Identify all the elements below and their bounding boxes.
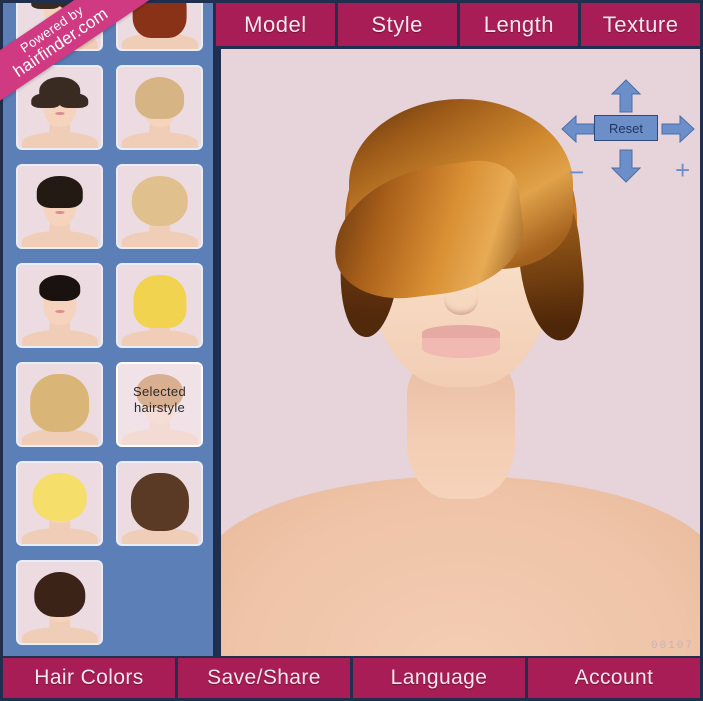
move-down-arrow-icon[interactable] — [611, 149, 641, 183]
hair-shape — [36, 175, 83, 209]
zoom-out-button[interactable]: − — [569, 159, 584, 185]
hairstyle-thumbnail[interactable] — [116, 461, 203, 546]
hairstyle-thumbnail-sidebar[interactable]: Selected hairstyle — [3, 3, 213, 656]
position-control-pad: Reset − + — [561, 79, 695, 187]
model-thumbnail-image — [18, 3, 101, 49]
hair-shape — [131, 175, 188, 226]
hairstyle-thumbnail[interactable] — [116, 3, 203, 51]
hair-shape — [29, 373, 90, 433]
hair-shape — [33, 571, 86, 618]
hairstyle-thumbnail[interactable] — [116, 65, 203, 150]
hairstyle-thumbnail[interactable] — [16, 164, 103, 249]
hair-shape — [38, 76, 81, 105]
tab-model[interactable]: Model — [216, 3, 335, 46]
model-thumbnail-image — [18, 562, 101, 643]
hair-shape — [132, 274, 187, 329]
hair-shape — [132, 3, 187, 38]
model-thumbnail-image — [118, 463, 201, 544]
selected-overlay-veil — [118, 364, 201, 445]
hairstyle-thumbnail[interactable] — [16, 362, 103, 447]
top-navigation-bar: Model Style Length Texture — [216, 3, 700, 46]
move-up-arrow-icon[interactable] — [611, 79, 641, 113]
model-thumbnail-image — [18, 265, 101, 346]
hairstyle-thumbnail[interactable] — [16, 461, 103, 546]
model-thumbnail-image — [118, 3, 201, 49]
model-preview-canvas[interactable]: Reset − + 00107 — [221, 49, 700, 656]
model-thumbnail-image — [18, 67, 101, 148]
hair-shape — [130, 472, 189, 532]
bottom-navigation-bar: Hair Colors Save/Share Language Account — [3, 658, 700, 698]
zoom-in-button[interactable]: + — [675, 157, 690, 183]
button-save-share[interactable]: Save/Share — [178, 658, 350, 698]
model-thumbnail-image — [118, 67, 201, 148]
reset-button[interactable]: Reset — [594, 115, 658, 141]
tab-style[interactable]: Style — [337, 3, 457, 46]
model-thumbnail-image — [18, 166, 101, 247]
model-thumbnail-image — [118, 166, 201, 247]
hairstyle-thumbnail-grid: Selected hairstyle — [16, 3, 206, 645]
tab-texture[interactable]: Texture — [581, 3, 700, 46]
model-thumbnail-image — [18, 463, 101, 544]
move-left-arrow-icon[interactable] — [561, 115, 595, 143]
model-thumbnail-image — [18, 364, 101, 445]
application-window: Model Style Length Texture Selected hair… — [0, 0, 703, 701]
button-account[interactable]: Account — [528, 658, 700, 698]
image-code-stamp: 00107 — [650, 640, 694, 652]
hairstyle-thumbnail[interactable] — [16, 263, 103, 348]
button-language[interactable]: Language — [353, 658, 525, 698]
model-thumbnail-image — [118, 265, 201, 346]
tab-length[interactable]: Length — [459, 3, 579, 46]
button-hair-colors[interactable]: Hair Colors — [3, 658, 175, 698]
hair-shape — [38, 274, 81, 301]
hairstyle-thumbnail[interactable] — [116, 263, 203, 348]
hairstyle-thumbnail[interactable] — [16, 65, 103, 150]
hair-shape — [134, 76, 185, 119]
hairstyle-thumbnail-selected[interactable]: Selected hairstyle — [116, 362, 203, 447]
hair-shape — [32, 472, 87, 522]
hairstyle-thumbnail[interactable] — [16, 3, 103, 51]
move-right-arrow-icon[interactable] — [661, 115, 695, 143]
hairstyle-thumbnail[interactable] — [116, 164, 203, 249]
hairstyle-thumbnail[interactable] — [16, 560, 103, 645]
